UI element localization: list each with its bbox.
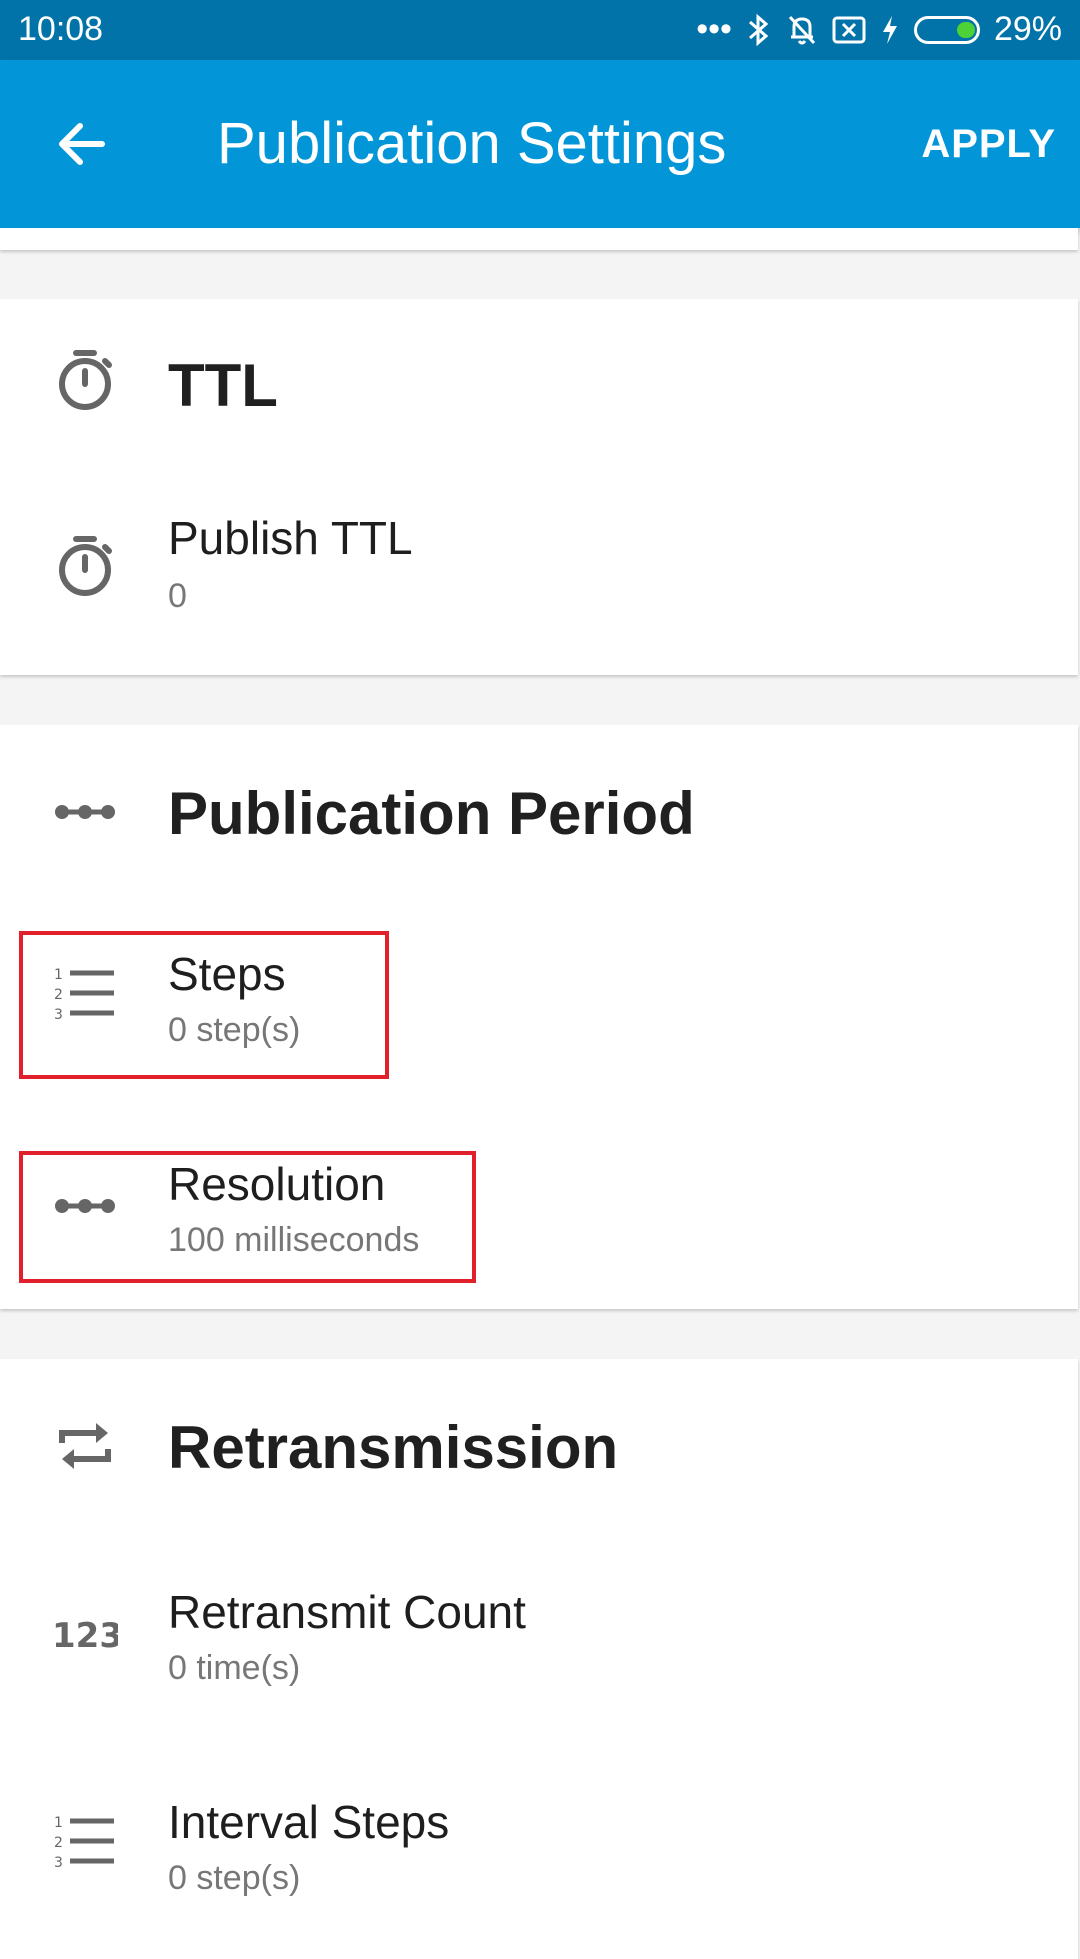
retransmission-section-header: Retransmission — [0, 1359, 1078, 1539]
svg-text:1: 1 — [54, 1815, 63, 1831]
retransmit-count-value: 0 time(s) — [168, 1649, 301, 1687]
battery-icon — [913, 15, 980, 44]
retransmit-count-item[interactable]: 123 Retransmit Count 0 time(s) — [0, 1585, 1078, 1725]
status-icons: ••• 29% — [696, 10, 1062, 49]
battery-percent: 29% — [993, 10, 1062, 48]
svg-text:123: 123 — [52, 1616, 118, 1656]
interval-steps-item[interactable]: 1 2 3 Interval Steps 0 step(s) — [0, 1795, 1078, 1935]
svg-text:3: 3 — [54, 1855, 63, 1871]
publish-ttl-value: 0 — [168, 577, 187, 615]
more-dots-icon: ••• — [696, 10, 732, 48]
ttl-card: TTL Publish TTL 0 — [0, 299, 1078, 675]
ttl-section-title: TTL — [168, 352, 278, 419]
timer-icon — [59, 536, 112, 596]
back-arrow-icon[interactable] — [52, 114, 112, 174]
numeric-123-icon: 123 — [52, 1616, 118, 1656]
page-title: Publication Settings — [217, 111, 727, 176]
repeat-icon — [59, 1423, 111, 1469]
retransmit-count-label: Retransmit Count — [168, 1586, 526, 1638]
apply-button[interactable]: APPLY — [921, 122, 1056, 167]
timer-icon — [59, 350, 112, 410]
publish-ttl-label: Publish TTL — [168, 512, 413, 564]
previous-card-edge — [0, 228, 1078, 250]
retransmission-section-title: Retransmission — [168, 1414, 619, 1481]
publication-period-section-title: Publication Period — [168, 780, 695, 847]
steps-highlight-box — [19, 931, 389, 1079]
interval-steps-value: 0 step(s) — [168, 1859, 301, 1897]
resolution-highlight-box — [19, 1151, 476, 1283]
publication-period-section-header: Publication Period — [0, 725, 1078, 905]
charging-icon — [882, 15, 897, 44]
status-bar: 10:08 ••• 29% — [0, 0, 1080, 60]
status-time: 10:08 — [18, 10, 104, 48]
ttl-section-header: TTL — [0, 299, 1078, 475]
bluetooth-icon — [748, 13, 769, 46]
svg-text:2: 2 — [54, 1835, 63, 1851]
numbered-list-icon: 1 2 3 — [54, 1815, 114, 1871]
notifications-off-icon — [788, 15, 816, 44]
app-bar: Publication Settings APPLY — [0, 60, 1080, 228]
publish-ttl-item[interactable]: Publish TTL 0 — [0, 511, 1078, 651]
interval-steps-label: Interval Steps — [168, 1796, 450, 1848]
dots-line-icon — [55, 805, 115, 819]
retransmission-card: Retransmission 123 Retransmit Count 0 ti… — [0, 1359, 1078, 1959]
sim-icon — [832, 16, 866, 43]
